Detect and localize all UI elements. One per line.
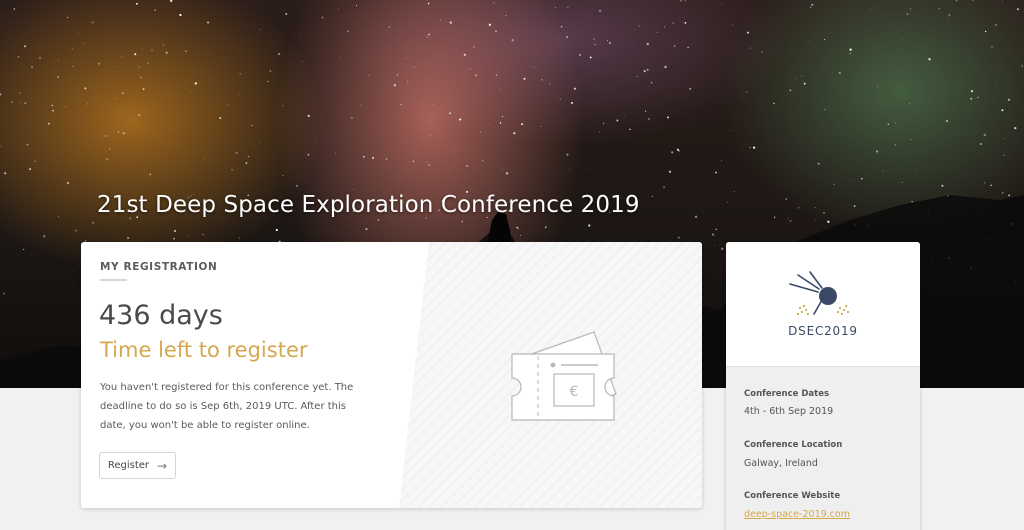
conference-info-sidebar: DSEC2019 Conference Dates 4th - 6th Sep …: [726, 242, 920, 530]
register-button-label: Register: [107, 460, 150, 471]
ticket-currency: €: [570, 384, 579, 400]
conference-website-link[interactable]: deep-space-2019.com: [744, 509, 850, 520]
ticket-icon: €: [511, 331, 617, 421]
heading-underline: [100, 279, 127, 281]
conference-dates-label: Conference Dates: [744, 389, 830, 399]
arrow-right-icon: →: [157, 458, 168, 473]
conference-logo-text: DSEC2019: [788, 324, 858, 338]
registration-card: MY REGISTRATION 436 days Time left to re…: [81, 242, 702, 508]
conference-website-label: Conference Website: [744, 491, 841, 501]
days-remaining: 436 days: [99, 300, 223, 331]
registration-heading: MY REGISTRATION: [100, 261, 218, 273]
conference-title: 21st Deep Space Exploration Conference 2…: [97, 192, 640, 218]
conference-logo-box: DSEC2019: [726, 242, 920, 367]
register-button[interactable]: Register →: [99, 452, 176, 479]
conference-location-label: Conference Location: [744, 440, 843, 450]
conference-location-value: Galway, Ireland: [744, 458, 818, 469]
satellite-logo-icon[interactable]: [788, 270, 858, 320]
conference-dates-value: 4th - 6th Sep 2019: [744, 406, 834, 417]
registration-description: You haven't registered for this conferen…: [100, 382, 354, 431]
days-remaining-subtitle: Time left to register: [100, 338, 308, 362]
